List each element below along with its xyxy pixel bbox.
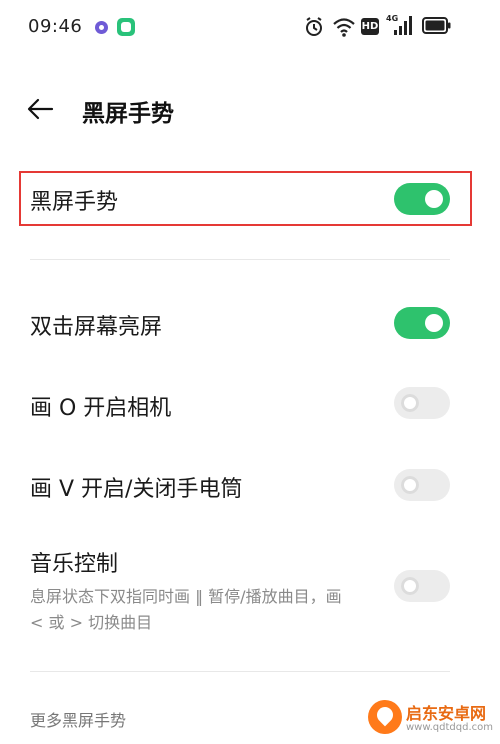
setting-row-draw-v-flashlight[interactable]: 画 V 开启/关闭手电筒 xyxy=(0,462,500,512)
divider xyxy=(30,259,450,260)
battery-icon xyxy=(422,17,451,34)
notification-app-icon-green xyxy=(117,18,135,36)
music-control-toggle[interactable] xyxy=(394,570,450,602)
setting-label: 画 O 开启相机 xyxy=(30,396,172,421)
toggle-knob xyxy=(401,394,419,412)
setting-label: 音乐控制 xyxy=(30,552,119,577)
back-arrow-icon[interactable] xyxy=(26,96,54,122)
setting-label: 画 V 开启/关闭手电筒 xyxy=(30,477,243,502)
hd-icon: HD xyxy=(361,18,379,35)
cellular-signal-icon: 4G xyxy=(386,14,412,38)
draw-v-flashlight-toggle[interactable] xyxy=(394,469,450,501)
header: 黑屏手势 xyxy=(0,84,500,134)
wifi-icon xyxy=(333,18,355,37)
notification-app-icon xyxy=(95,21,108,34)
divider xyxy=(30,671,450,672)
setting-row-double-tap-wake[interactable]: 双击屏幕亮屏 xyxy=(0,300,500,350)
toggle-knob xyxy=(425,314,443,332)
watermark-url: www.qdtdqd.com xyxy=(406,722,493,733)
watermark-logo-icon xyxy=(368,700,402,734)
site-watermark: 启东安卓网 www.qdtdqd.com xyxy=(368,696,498,742)
setting-row-black-screen-gesture[interactable]: 黑屏手势 xyxy=(0,172,500,226)
setting-label: 黑屏手势 xyxy=(30,190,119,215)
page-title: 黑屏手势 xyxy=(82,101,174,127)
toggle-knob xyxy=(425,190,443,208)
more-gestures-section-title: 更多黑屏手势 xyxy=(30,711,127,730)
black-screen-gesture-toggle[interactable] xyxy=(394,183,450,215)
setting-row-draw-o-camera[interactable]: 画 O 开启相机 xyxy=(0,380,500,430)
alarm-icon xyxy=(306,17,322,36)
watermark-name: 启东安卓网 xyxy=(406,704,487,723)
toggle-knob xyxy=(401,577,419,595)
network-type-label: 4G xyxy=(386,14,399,23)
status-time: 09:46 xyxy=(28,16,83,37)
setting-label: 双击屏幕亮屏 xyxy=(30,315,163,340)
draw-o-camera-toggle[interactable] xyxy=(394,387,450,419)
status-bar: 09:46 HD 4G xyxy=(0,0,500,56)
double-tap-wake-toggle[interactable] xyxy=(394,307,450,339)
music-control-description: 息屏状态下双指同时画 ‖ 暂停/播放曲目，画 < 或 > 切换曲目 xyxy=(30,587,342,632)
toggle-knob xyxy=(401,476,419,494)
